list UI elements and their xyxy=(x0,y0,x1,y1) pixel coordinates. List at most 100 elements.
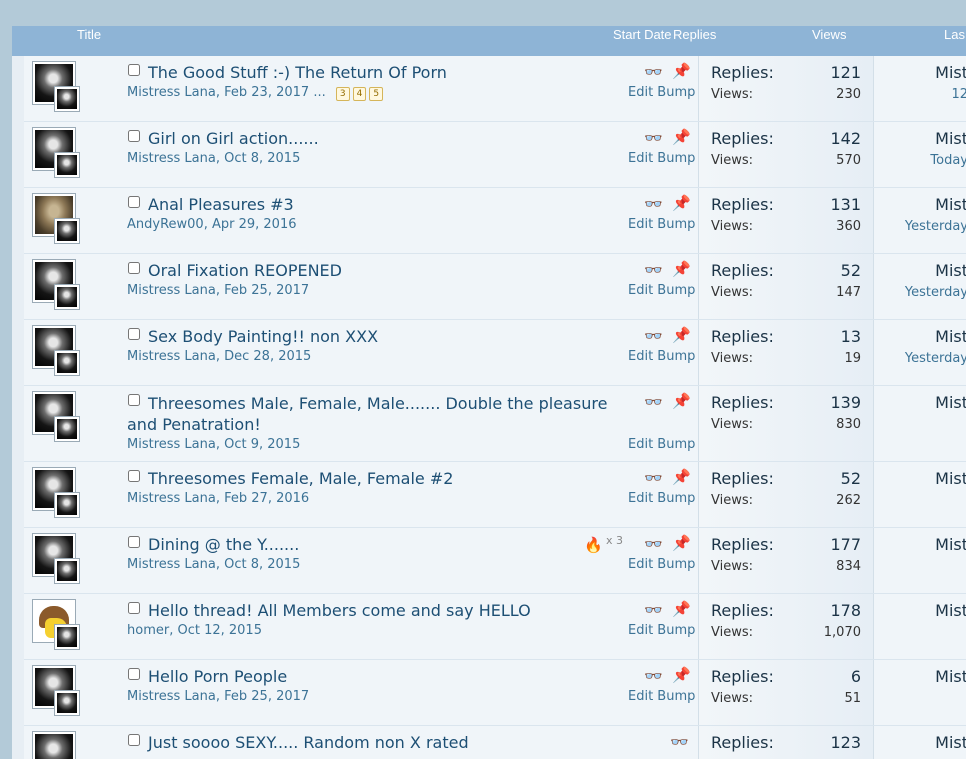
last-poster-avatar[interactable] xyxy=(54,624,80,650)
thread-title[interactable]: Hello thread! All Members come and say H… xyxy=(148,601,531,620)
thread-start-date[interactable]: Feb 25, 2017 xyxy=(224,283,309,298)
glasses-icon[interactable]: 👓 xyxy=(644,129,663,147)
thread-select-checkbox[interactable] xyxy=(128,470,140,482)
last-poster-avatar[interactable] xyxy=(54,558,80,584)
last-post-date[interactable]: 12 xyxy=(951,87,966,102)
edit-bump-link[interactable]: Edit Bump xyxy=(628,623,695,638)
thread-start-date[interactable]: Oct 12, 2015 xyxy=(177,623,262,638)
last-poster-avatar[interactable] xyxy=(54,416,80,442)
thread-select-checkbox[interactable] xyxy=(128,64,140,76)
last-post-user[interactable]: Mist xyxy=(935,393,966,412)
last-post-date[interactable]: Today xyxy=(930,153,966,168)
edit-bump-link[interactable]: Edit Bump xyxy=(628,349,695,364)
edit-bump-link[interactable]: Edit Bump xyxy=(628,437,695,452)
thread-title[interactable]: The Good Stuff :-) The Return Of Porn xyxy=(148,63,447,82)
column-views[interactable]: Views xyxy=(812,27,846,42)
edit-bump-link[interactable]: Edit Bump xyxy=(628,151,695,166)
last-post-user[interactable]: Mist xyxy=(935,261,966,280)
thread-start-date[interactable]: Oct 9, 2015 xyxy=(224,437,300,452)
thread-start-date[interactable]: Feb 25, 2017 xyxy=(224,689,309,704)
last-post-user[interactable]: Mist xyxy=(935,601,966,620)
thread-start-date[interactable]: Apr 29, 2016 xyxy=(212,217,297,232)
glasses-icon[interactable]: 👓 xyxy=(644,63,663,81)
edit-bump-link[interactable]: Edit Bump xyxy=(628,689,695,704)
last-post-user[interactable]: Mist xyxy=(935,733,966,752)
last-poster-avatar[interactable] xyxy=(54,86,80,112)
pin-icon[interactable]: 📌 xyxy=(672,194,691,212)
thread-select-checkbox[interactable] xyxy=(128,262,140,274)
last-post-user[interactable]: Mist xyxy=(935,327,966,346)
last-post-user[interactable]: Mist xyxy=(935,63,966,82)
thread-title[interactable]: Threesomes Female, Male, Female #2 xyxy=(148,469,453,488)
pin-icon[interactable]: 📌 xyxy=(672,468,691,486)
thread-author[interactable]: Mistress Lana xyxy=(127,491,216,506)
pin-icon[interactable]: 📌 xyxy=(672,260,691,278)
thread-select-checkbox[interactable] xyxy=(128,602,140,614)
thread-author[interactable]: Mistress Lana xyxy=(127,437,216,452)
pin-icon[interactable]: 📌 xyxy=(672,62,691,80)
last-poster-avatar[interactable] xyxy=(54,350,80,376)
thread-title[interactable]: Sex Body Painting!! non XXX xyxy=(148,327,378,346)
glasses-icon[interactable]: 👓 xyxy=(644,195,663,213)
thread-title[interactable]: Girl on Girl action...... xyxy=(148,129,319,148)
glasses-icon[interactable]: 👓 xyxy=(644,469,663,487)
thread-author[interactable]: homer xyxy=(127,623,169,638)
pin-icon[interactable]: 📌 xyxy=(672,326,691,344)
pin-icon[interactable]: 📌 xyxy=(672,534,691,552)
last-poster-avatar[interactable] xyxy=(54,690,80,716)
thread-select-checkbox[interactable] xyxy=(128,668,140,680)
column-start-date[interactable]: Start Date xyxy=(613,27,672,42)
last-post-user[interactable]: Mist xyxy=(935,469,966,488)
last-post-user[interactable]: Mist xyxy=(935,195,966,214)
edit-bump-link[interactable]: Edit Bump xyxy=(628,85,695,100)
glasses-icon[interactable]: 👓 xyxy=(644,261,663,279)
glasses-icon[interactable]: 👓 xyxy=(644,535,663,553)
glasses-icon[interactable]: 👓 xyxy=(644,601,663,619)
thread-author[interactable]: Mistress Lana xyxy=(127,283,216,298)
edit-bump-link[interactable]: Edit Bump xyxy=(628,491,695,506)
thread-author[interactable]: Mistress Lana xyxy=(127,349,216,364)
thread-select-checkbox[interactable] xyxy=(128,196,140,208)
last-post-date[interactable]: Yesterday xyxy=(905,285,966,300)
thread-author[interactable]: AndyRew00 xyxy=(127,217,204,232)
last-poster-avatar[interactable] xyxy=(54,284,80,310)
page-link[interactable]: 5 xyxy=(369,87,384,101)
thread-author[interactable]: Mistress Lana xyxy=(127,689,216,704)
last-post-user[interactable]: Mist xyxy=(935,535,966,554)
thread-select-checkbox[interactable] xyxy=(128,536,140,548)
thread-start-date[interactable]: Feb 27, 2016 xyxy=(224,491,309,506)
pin-icon[interactable]: 📌 xyxy=(672,128,691,146)
pin-icon[interactable]: 📌 xyxy=(672,600,691,618)
thread-start-date[interactable]: Dec 28, 2015 xyxy=(224,349,311,364)
thread-start-date[interactable]: Oct 8, 2015 xyxy=(224,557,300,572)
glasses-icon[interactable]: 👓 xyxy=(644,393,663,411)
thread-author[interactable]: Mistress Lana xyxy=(127,151,216,166)
pin-icon[interactable]: 📌 xyxy=(672,392,691,410)
last-poster-avatar[interactable] xyxy=(54,218,80,244)
thread-title[interactable]: Anal Pleasures #3 xyxy=(148,195,294,214)
last-post-user[interactable]: Mist xyxy=(935,129,966,148)
edit-bump-link[interactable]: Edit Bump xyxy=(628,217,695,232)
glasses-icon[interactable]: 👓 xyxy=(644,667,663,685)
column-title[interactable]: Title xyxy=(77,27,101,42)
thread-author[interactable]: Mistress Lana xyxy=(127,557,216,572)
glasses-icon[interactable]: 👓 xyxy=(670,733,689,751)
thread-select-checkbox[interactable] xyxy=(128,328,140,340)
thread-title[interactable]: Hello Porn People xyxy=(148,667,287,686)
pin-icon[interactable]: 📌 xyxy=(672,666,691,684)
last-poster-avatar[interactable] xyxy=(54,492,80,518)
author-avatar[interactable] xyxy=(32,731,76,759)
thread-title[interactable]: Oral Fixation REOPENED xyxy=(148,261,342,280)
page-link[interactable]: 3 xyxy=(335,87,350,101)
last-post-date[interactable]: Yesterday xyxy=(905,351,966,366)
last-poster-avatar[interactable] xyxy=(54,152,80,178)
edit-bump-link[interactable]: Edit Bump xyxy=(628,557,695,572)
thread-start-date[interactable]: Feb 23, 2017 xyxy=(224,85,309,100)
thread-title[interactable]: Just soooo SEXY..... Random non X rated xyxy=(148,733,469,752)
thread-select-checkbox[interactable] xyxy=(128,734,140,746)
page-link[interactable]: 4 xyxy=(352,87,367,101)
last-post-date[interactable]: Yesterday xyxy=(905,219,966,234)
column-replies[interactable]: Replies xyxy=(673,27,716,42)
thread-title[interactable]: Dining @ the Y....... xyxy=(148,535,299,554)
thread-author[interactable]: Mistress Lana xyxy=(127,85,216,100)
